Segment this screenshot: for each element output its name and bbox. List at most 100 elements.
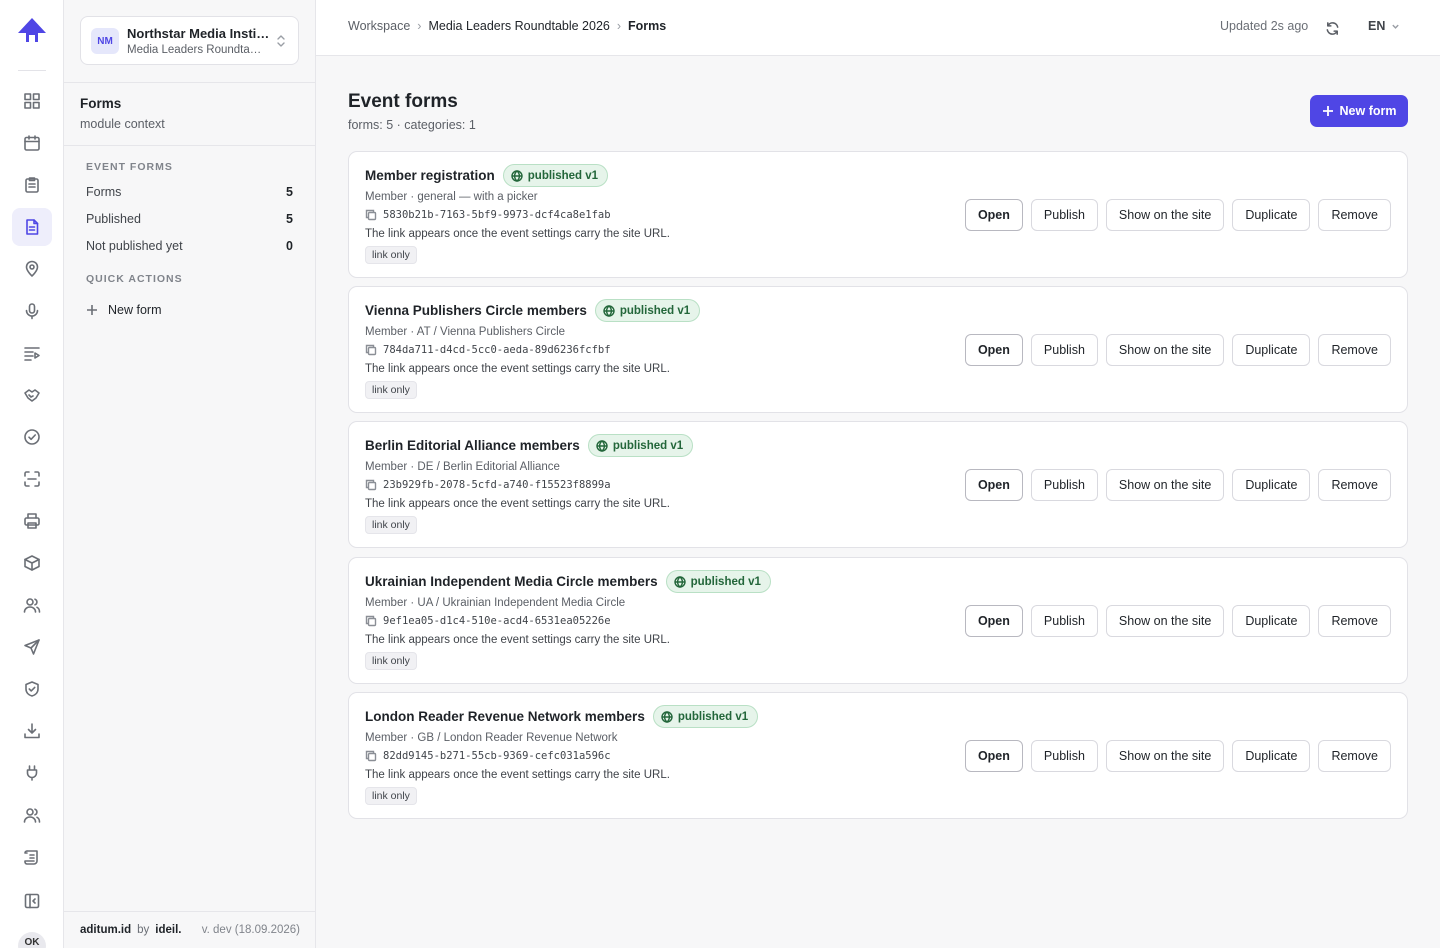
open-button[interactable]: Open bbox=[964, 334, 1023, 366]
form-id-row[interactable]: 5830b21b-7163-5bf9-9973-dcf4ca8e1fab bbox=[365, 209, 611, 221]
publish-button[interactable]: Publish bbox=[1030, 469, 1098, 501]
copy-icon[interactable] bbox=[365, 209, 377, 221]
context-title: Forms bbox=[80, 96, 122, 111]
clipboard-icon[interactable] bbox=[12, 166, 52, 204]
remove-button[interactable]: Remove bbox=[1318, 469, 1391, 501]
show-on-site-button[interactable]: Show on the site bbox=[1105, 199, 1225, 231]
package-icon[interactable] bbox=[12, 544, 52, 582]
remove-button[interactable]: Remove bbox=[1318, 334, 1391, 366]
form-card: Vienna Publishers Circle members publish… bbox=[348, 286, 1408, 413]
form-id: 23b929fb-2078-5cfd-a740-f15523f8899a bbox=[383, 479, 611, 491]
breadcrumb-workspace[interactable]: Workspace bbox=[348, 19, 410, 33]
refresh-button[interactable] bbox=[1322, 18, 1342, 38]
new-form-button[interactable]: New form bbox=[1310, 95, 1408, 127]
form-title[interactable]: London Reader Revenue Network members bbox=[365, 709, 645, 724]
form-actions: Open Publish Show on the site Duplicate … bbox=[964, 605, 1391, 637]
globe-icon bbox=[596, 439, 608, 452]
forms-icon[interactable] bbox=[12, 208, 52, 246]
people-icon[interactable] bbox=[12, 586, 52, 624]
access-tag: link only bbox=[365, 787, 417, 805]
access-tag: link only bbox=[365, 381, 417, 399]
publish-button[interactable]: Publish bbox=[1030, 605, 1098, 637]
collapse-sidebar-icon[interactable] bbox=[12, 882, 52, 920]
breadcrumb-event[interactable]: Media Leaders Roundtable 2026 bbox=[428, 19, 609, 33]
form-title[interactable]: Member registration bbox=[365, 168, 495, 183]
globe-icon bbox=[661, 710, 673, 723]
form-id-row[interactable]: 82dd9145-b271-55cb-9369-cefc031a596c bbox=[365, 750, 611, 762]
copy-icon[interactable] bbox=[365, 344, 377, 356]
open-button[interactable]: Open bbox=[964, 469, 1023, 501]
brand-name[interactable]: aditum.id bbox=[80, 924, 131, 936]
breadcrumb: Workspace › Media Leaders Roundtable 202… bbox=[348, 19, 666, 33]
organization-switcher[interactable]: NM Northstar Media Institute Media Leade… bbox=[80, 16, 299, 65]
dashboard-icon[interactable] bbox=[12, 82, 52, 120]
new-form-label: New form bbox=[1339, 104, 1397, 118]
version-label: v. dev (18.09.2026) bbox=[201, 924, 300, 936]
publish-button[interactable]: Publish bbox=[1030, 740, 1098, 772]
stat-not-published[interactable]: Not published yet 0 bbox=[86, 236, 293, 256]
microphone-icon[interactable] bbox=[12, 292, 52, 330]
scroll-log-icon[interactable] bbox=[12, 838, 52, 876]
form-id-row[interactable]: 9ef1ea05-d1c4-510e-acd4-6531ea05226e bbox=[365, 615, 611, 627]
form-title[interactable]: Berlin Editorial Alliance members bbox=[365, 438, 580, 453]
download-icon[interactable] bbox=[12, 712, 52, 750]
form-note: The link appears once the event settings… bbox=[365, 498, 670, 510]
company-name[interactable]: ideil. bbox=[155, 924, 181, 936]
icon-rail: OK bbox=[0, 0, 64, 948]
open-button[interactable]: Open bbox=[964, 740, 1023, 772]
calendar-icon[interactable] bbox=[12, 124, 52, 162]
form-meta: Member · AT / Vienna Publishers Circle bbox=[365, 326, 566, 338]
quick-action-new-form[interactable]: New form bbox=[86, 300, 161, 320]
form-card: Berlin Editorial Alliance members publis… bbox=[348, 421, 1408, 548]
duplicate-button[interactable]: Duplicate bbox=[1232, 740, 1311, 772]
remove-button[interactable]: Remove bbox=[1318, 605, 1391, 637]
open-button[interactable]: Open bbox=[964, 199, 1023, 231]
duplicate-button[interactable]: Duplicate bbox=[1232, 199, 1311, 231]
form-id-row[interactable]: 23b929fb-2078-5cfd-a740-f15523f8899a bbox=[365, 479, 611, 491]
status-badge: published v1 bbox=[502, 164, 609, 187]
location-pin-icon[interactable] bbox=[12, 250, 52, 288]
access-tag: link only bbox=[365, 246, 417, 264]
form-card: London Reader Revenue Network members pu… bbox=[348, 692, 1408, 819]
send-icon[interactable] bbox=[12, 628, 52, 666]
form-title[interactable]: Ukrainian Independent Media Circle membe… bbox=[365, 574, 658, 589]
remove-button[interactable]: Remove bbox=[1318, 199, 1391, 231]
status-label: published v1 bbox=[677, 710, 749, 723]
printer-icon[interactable] bbox=[12, 502, 52, 540]
form-title[interactable]: Vienna Publishers Circle members bbox=[365, 303, 587, 318]
scan-icon[interactable] bbox=[12, 460, 52, 498]
form-id-row[interactable]: 784da711-d4cd-5cc0-aeda-89d6236fcfbf bbox=[365, 344, 611, 356]
open-button[interactable]: Open bbox=[964, 605, 1023, 637]
show-on-site-button[interactable]: Show on the site bbox=[1105, 605, 1225, 637]
plug-icon[interactable] bbox=[12, 754, 52, 792]
language-select[interactable]: EN bbox=[1368, 19, 1400, 33]
handshake-icon[interactable] bbox=[12, 376, 52, 414]
status-label: published v1 bbox=[612, 439, 684, 452]
publish-button[interactable]: Publish bbox=[1030, 199, 1098, 231]
show-on-site-button[interactable]: Show on the site bbox=[1105, 469, 1225, 501]
form-card: Ukrainian Independent Media Circle membe… bbox=[348, 557, 1408, 684]
show-on-site-button[interactable]: Show on the site bbox=[1105, 334, 1225, 366]
logo-icon[interactable] bbox=[16, 16, 48, 44]
check-circle-icon[interactable] bbox=[12, 418, 52, 456]
show-on-site-button[interactable]: Show on the site bbox=[1105, 740, 1225, 772]
form-card: Member registration published v1 Member … bbox=[348, 151, 1408, 278]
user-avatar[interactable]: OK bbox=[18, 932, 46, 948]
users-icon[interactable] bbox=[12, 796, 52, 834]
duplicate-button[interactable]: Duplicate bbox=[1232, 605, 1311, 637]
publish-button[interactable]: Publish bbox=[1030, 334, 1098, 366]
globe-icon bbox=[673, 575, 686, 588]
copy-icon[interactable] bbox=[365, 750, 377, 762]
duplicate-button[interactable]: Duplicate bbox=[1232, 334, 1311, 366]
stat-published[interactable]: Published 5 bbox=[86, 209, 293, 229]
chevron-down-icon bbox=[1392, 24, 1400, 29]
copy-icon[interactable] bbox=[365, 479, 377, 491]
stat-forms[interactable]: Forms 5 bbox=[86, 182, 293, 202]
remove-button[interactable]: Remove bbox=[1318, 740, 1391, 772]
copy-icon[interactable] bbox=[365, 615, 377, 627]
agenda-list-icon[interactable] bbox=[12, 334, 52, 372]
stat-label: Published bbox=[86, 212, 141, 226]
shield-check-icon[interactable] bbox=[12, 670, 52, 708]
duplicate-button[interactable]: Duplicate bbox=[1232, 469, 1311, 501]
form-id: 5830b21b-7163-5bf9-9973-dcf4ca8e1fab bbox=[383, 209, 611, 221]
